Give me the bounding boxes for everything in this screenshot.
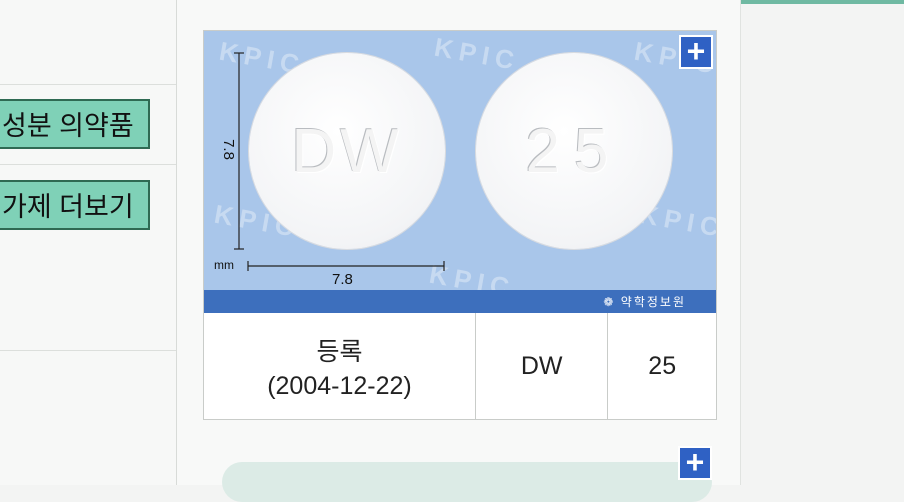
status-text: 등록 (316, 337, 363, 366)
second-zoom-plus-button[interactable]: + (678, 446, 712, 480)
pill-info-table: 등록 (2004-12-22) DW 25 (204, 313, 716, 419)
pill-front: DW (249, 53, 445, 249)
front-imprint-value: DW (520, 351, 563, 380)
plus-icon: + (686, 33, 706, 69)
left-panel: 성분 의약품 가제 더보기 (0, 0, 177, 485)
back-imprint-cell: 25 (607, 313, 716, 419)
pill-back: 25 (476, 53, 672, 249)
pill-image: KPIC KPIC KPIC KPIC KPIC KPIC 7.8 mm 7.8… (204, 31, 716, 313)
brand-logo-icon: ❁ (603, 295, 616, 309)
pill-card: KPIC KPIC KPIC KPIC KPIC KPIC 7.8 mm 7.8… (203, 30, 717, 420)
plus-icon: + (685, 444, 705, 480)
back-imprint-value: 25 (648, 351, 677, 380)
unit-label: mm (214, 258, 234, 272)
horizontal-dimension: 7.8 (332, 271, 353, 288)
brand-bar: ❁ 약학정보원 (204, 290, 716, 313)
zoom-plus-button[interactable]: + (679, 35, 713, 69)
more-button[interactable]: 가제 더보기 (0, 180, 150, 230)
status-date: (2004-12-22) (267, 371, 412, 400)
brand-label: ❁ 약학정보원 (603, 293, 686, 310)
front-imprint-cell: DW (474, 313, 607, 419)
back-imprint: 25 (525, 116, 623, 186)
left-row (0, 0, 176, 85)
brand-name: 약학정보원 (620, 295, 686, 309)
next-section-bar (222, 462, 712, 502)
status-cell: 등록 (2004-12-22) (204, 313, 475, 419)
front-imprint: DW (291, 116, 403, 186)
ingredient-drug-button[interactable]: 성분 의약품 (0, 99, 150, 149)
vertical-dimension: 7.8 (219, 139, 237, 160)
